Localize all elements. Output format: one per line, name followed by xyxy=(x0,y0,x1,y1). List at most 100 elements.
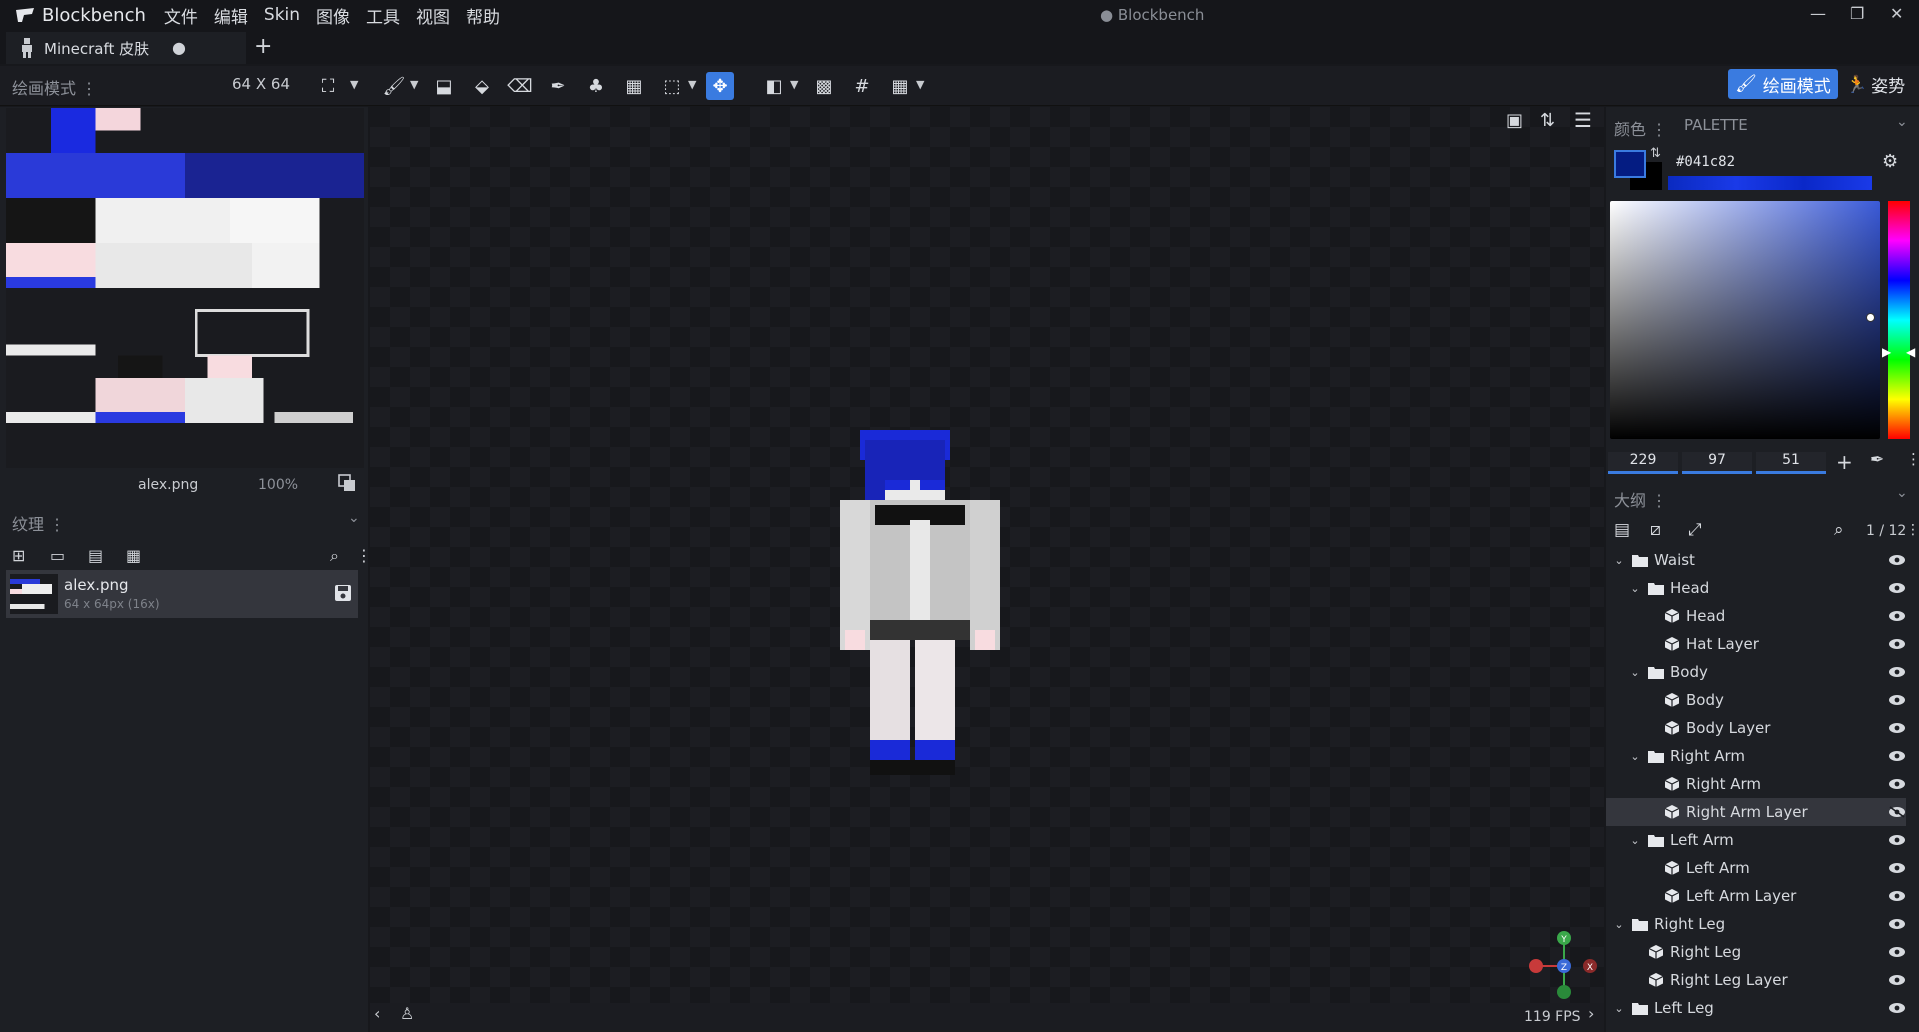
blue-value-input[interactable]: 51 xyxy=(1756,452,1826,474)
collapse-chevron-icon[interactable]: ⌄ xyxy=(348,510,360,526)
menu-view[interactable]: 视图 xyxy=(416,3,450,28)
outliner-item[interactable]: Right Arm Layer xyxy=(1606,798,1906,826)
expand-chevron-icon[interactable]: ⌄ xyxy=(1612,918,1626,931)
eye-icon[interactable] xyxy=(1888,694,1906,706)
chevron-down-icon[interactable]: ▼ xyxy=(350,78,358,91)
import-texture-icon[interactable]: ▭ xyxy=(50,546,65,565)
search-icon[interactable]: ⌕ xyxy=(330,546,339,566)
fullscreen-icon[interactable]: ⛶ xyxy=(314,72,342,100)
outliner-collapse-icon[interactable]: ⌄ xyxy=(1896,485,1908,501)
selection-icon[interactable]: ⬚ xyxy=(658,72,686,100)
expand-chevron-icon[interactable]: ⌄ xyxy=(1628,834,1642,847)
expand-chevron-icon[interactable]: ⌄ xyxy=(1612,554,1626,567)
eye-icon[interactable] xyxy=(1888,778,1906,790)
stamp-icon[interactable]: ⬓ xyxy=(430,72,458,100)
texture-folder-icon[interactable]: ▤ xyxy=(88,546,103,565)
expand-chevron-icon[interactable]: ⌄ xyxy=(1628,750,1642,763)
tab-minecraft-skin[interactable]: Minecraft 皮肤 ● xyxy=(6,32,246,64)
menu-help[interactable]: 帮助 xyxy=(466,3,500,28)
expand-icon[interactable]: ⤢ xyxy=(1688,520,1702,540)
restore-icon[interactable]: ❐ xyxy=(1850,4,1864,23)
eye-hidden-icon[interactable] xyxy=(1888,806,1906,818)
eye-icon[interactable] xyxy=(1888,862,1906,874)
menu-skin[interactable]: Skin xyxy=(264,5,300,25)
palette-tab[interactable]: PALETTE xyxy=(1684,116,1748,134)
menu-tools[interactable]: 工具 xyxy=(366,3,400,28)
pose-mode-button[interactable]: 🏃 姿势 xyxy=(1846,72,1905,98)
hue-handle-left-icon[interactable]: ▶ xyxy=(1882,345,1891,359)
add-color-button[interactable]: + xyxy=(1836,450,1853,474)
picker-handle[interactable] xyxy=(1866,313,1875,322)
color-picker-icon[interactable]: ✒ xyxy=(1870,450,1884,470)
gear-icon[interactable]: ⚙ xyxy=(1882,151,1898,172)
outliner-search-icon[interactable]: ⌕ xyxy=(1834,520,1844,540)
view-layout-icon[interactable]: ▦ xyxy=(886,72,914,100)
menu-edit[interactable]: 编辑 xyxy=(214,3,248,28)
selection-caret-icon[interactable]: ▼ xyxy=(688,78,696,91)
minimize-icon[interactable]: — xyxy=(1810,4,1826,23)
pixel-grid-icon[interactable]: ▩ xyxy=(810,72,838,100)
outliner-item[interactable]: Right Arm xyxy=(1606,770,1906,798)
paint-mode-button[interactable]: 🖌 绘画模式 xyxy=(1728,69,1838,99)
outliner-more-icon[interactable]: ⋮ xyxy=(1906,522,1919,538)
menu-image[interactable]: 图像 xyxy=(316,3,350,28)
eyedropper-icon[interactable]: ✒ xyxy=(544,72,572,100)
brush-icon[interactable]: 🖌 xyxy=(380,72,408,100)
outliner-item[interactable]: Hat Layer xyxy=(1606,630,1906,658)
outliner-item[interactable]: Body xyxy=(1606,686,1906,714)
add-texture-icon[interactable]: ⊞ xyxy=(12,546,25,565)
eye-icon[interactable] xyxy=(1888,610,1906,622)
player-pose-icon[interactable]: ♙ xyxy=(400,1004,414,1023)
sort-icon[interactable]: ⇅ xyxy=(1540,110,1555,131)
eye-icon[interactable] xyxy=(1888,666,1906,678)
skin-model[interactable] xyxy=(840,430,1010,800)
eye-icon[interactable] xyxy=(1888,750,1906,762)
add-group-icon[interactable]: ▤ xyxy=(1614,520,1630,540)
gradient-icon[interactable]: ▦ xyxy=(620,72,648,100)
new-tab-button[interactable]: + xyxy=(254,34,272,59)
outliner-item[interactable]: Left Arm xyxy=(1606,854,1906,882)
color-collapse-icon[interactable]: ⌄ xyxy=(1896,114,1908,130)
hue-slider[interactable] xyxy=(1888,201,1910,439)
mirror-icon[interactable]: ◧ xyxy=(760,72,788,100)
outliner-item[interactable]: ⌄ Waist xyxy=(1606,546,1906,574)
outliner-item[interactable]: Right Leg Layer xyxy=(1606,966,1906,994)
move-icon[interactable]: ✥ xyxy=(706,72,734,100)
outliner-item[interactable]: ⌄ Right Arm xyxy=(1606,742,1906,770)
red-value-input[interactable]: 229 xyxy=(1608,452,1678,474)
eye-icon[interactable] xyxy=(1888,890,1906,902)
outliner-item[interactable]: ⌄ Head xyxy=(1606,574,1906,602)
eraser-icon[interactable]: ⌫ xyxy=(506,72,534,100)
expand-chevron-icon[interactable]: ⌄ xyxy=(1628,666,1642,679)
outliner-item[interactable]: ⌄ Left Leg xyxy=(1606,994,1906,1022)
unsaved-dot[interactable]: ● xyxy=(172,38,186,57)
viewport-menu-icon[interactable]: ☰ xyxy=(1574,108,1592,132)
eye-icon[interactable] xyxy=(1888,638,1906,650)
eye-icon[interactable] xyxy=(1888,918,1906,930)
eye-icon[interactable] xyxy=(1888,582,1906,594)
grid-icon[interactable]: # xyxy=(848,72,876,100)
primary-color-swatch[interactable] xyxy=(1614,150,1646,178)
eye-icon[interactable] xyxy=(1888,722,1906,734)
outliner-item[interactable]: ⌄ Right Leg xyxy=(1606,910,1906,938)
eye-icon[interactable] xyxy=(1888,554,1906,566)
saturation-value-picker[interactable] xyxy=(1610,201,1880,439)
swap-colors-icon[interactable]: ⇅ xyxy=(1650,146,1661,161)
shapes-icon[interactable]: ♣ xyxy=(582,72,610,100)
eye-icon[interactable] xyxy=(1888,974,1906,986)
color-more-icon[interactable]: ⋮ xyxy=(1906,450,1919,468)
outliner-item[interactable]: Body Layer xyxy=(1606,714,1906,742)
fill-bucket-icon[interactable]: ⬙ xyxy=(468,72,496,100)
menu-file[interactable]: 文件 xyxy=(164,3,198,28)
screenshot-icon[interactable]: ▣ xyxy=(1506,110,1523,131)
eye-icon[interactable] xyxy=(1888,834,1906,846)
close-icon[interactable]: ✕ xyxy=(1890,4,1903,23)
texture-uv-preview[interactable] xyxy=(6,108,364,468)
hex-color-input[interactable]: #041c82 xyxy=(1676,154,1735,170)
chevron-right-icon[interactable]: › xyxy=(1588,1004,1594,1023)
hide-layers-icon[interactable]: ⧄ xyxy=(1650,520,1661,540)
hue-handle-right-icon[interactable]: ◀ xyxy=(1906,345,1915,359)
texture-grid-icon[interactable]: ▦ xyxy=(126,546,141,565)
eye-icon[interactable] xyxy=(1888,946,1906,958)
outliner-item[interactable]: ⌄ Body xyxy=(1606,658,1906,686)
